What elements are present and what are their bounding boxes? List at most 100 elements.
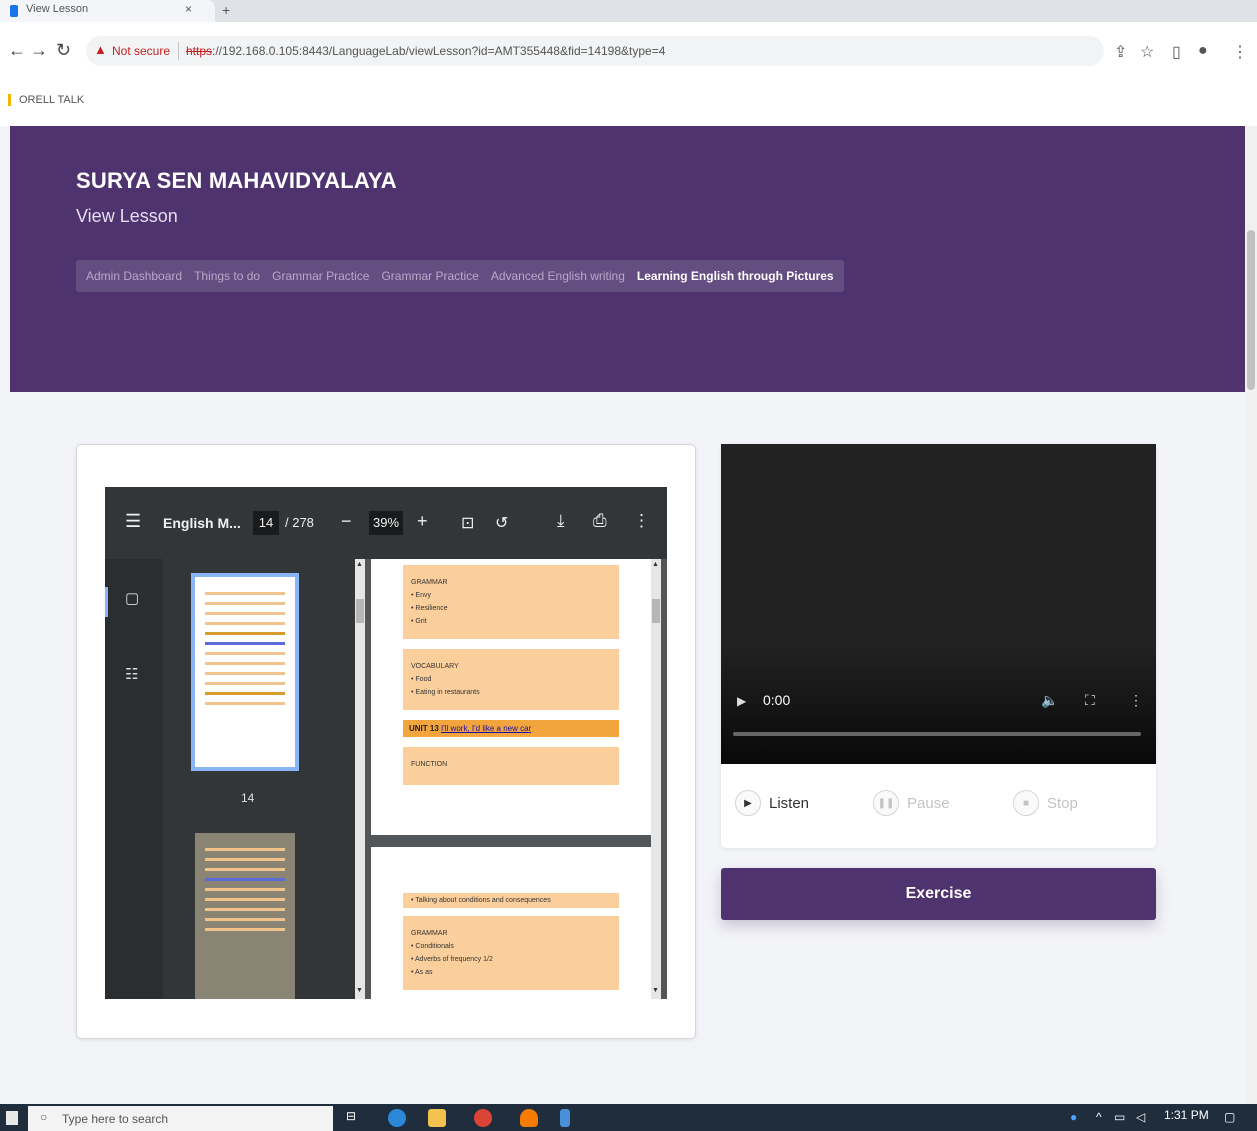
clock[interactable]: 1:31 PM	[1164, 1108, 1209, 1122]
pdf-card: ☰ English M... 14 / 278 − 39% + ⊡ ↺ ⤓ ⎙ …	[76, 444, 696, 1039]
breadcrumb-advanced-english-writing[interactable]: Advanced English writing	[491, 269, 625, 283]
media-card: ▶ 0:00 🔈 ⛶ ⋮ ▶ Listen ❚❚ Pause ■ Stop	[721, 444, 1156, 848]
pause-label: Pause	[907, 794, 950, 812]
menu-kebab-icon[interactable]: ⋮	[1232, 42, 1248, 62]
tray-app-icon[interactable]: ●	[1070, 1110, 1077, 1124]
chrome-icon[interactable]	[474, 1109, 492, 1127]
listen-button[interactable]: ▶ Listen	[735, 790, 809, 816]
page-content: SURYA SEN MAHAVIDYALAYA View Lesson Admi…	[10, 126, 1247, 1104]
back-arrow-icon[interactable]: ←	[8, 40, 26, 61]
page-scroll-thumb[interactable]	[1247, 230, 1255, 390]
video-progress-bar[interactable]	[733, 732, 1141, 736]
pdf-viewer[interactable]: ☰ English M... 14 / 278 − 39% + ⊡ ↺ ⤓ ⎙ …	[105, 487, 667, 999]
rail-active-indicator	[105, 587, 108, 617]
document-page-14: GRAMMAR • Envy • Resilience • Grit VOCAB…	[371, 559, 651, 835]
thumbnail-rail: ▢ ☷ 14	[105, 559, 355, 999]
taskbar-search[interactable]: ○ Type here to search	[28, 1106, 333, 1131]
video-more-icon[interactable]: ⋮	[1129, 692, 1143, 709]
zoom-input[interactable]: 39%	[369, 511, 403, 535]
page-thumbnail-15[interactable]	[195, 833, 295, 999]
browser-toolbar: ← → ↻ ▲ Not secure https://192.168.0.105…	[0, 22, 1257, 82]
pause-button[interactable]: ❚❚ Pause	[873, 790, 950, 816]
video-play-icon[interactable]: ▶	[737, 694, 746, 708]
volume-icon[interactable]: 🔈	[1041, 692, 1058, 709]
not-secure-label[interactable]: Not secure	[112, 44, 170, 58]
rotate-icon[interactable]: ↺	[495, 513, 508, 533]
thumbnails-icon[interactable]: ▢	[125, 589, 139, 607]
profile-avatar-icon[interactable]: ●	[1198, 42, 1208, 60]
forward-arrow-icon[interactable]: →	[30, 40, 48, 61]
rail-icons: ▢ ☷	[105, 559, 163, 999]
browser-tab[interactable]: View Lesson ×	[0, 0, 215, 22]
fit-page-icon[interactable]: ⊡	[461, 513, 474, 533]
grammar-block-2: GRAMMAR • Conditionals • Adverbs of freq…	[403, 916, 619, 990]
page-number-input[interactable]: 14	[253, 511, 279, 535]
audio-controls: ▶ Listen ❚❚ Pause ■ Stop	[721, 764, 1156, 848]
reload-icon[interactable]: ↻	[56, 40, 71, 61]
video-player[interactable]: ▶ 0:00 🔈 ⛶ ⋮	[721, 444, 1156, 764]
volume-tray-icon[interactable]: ◁	[1136, 1110, 1145, 1124]
zoom-out-icon[interactable]: −	[341, 511, 352, 532]
print-icon[interactable]: ⎙	[593, 511, 607, 531]
left-scrollbar[interactable]: ▲ ▼	[355, 559, 365, 999]
page-scrollbar[interactable]	[1245, 126, 1257, 1104]
pdf-toolbar: ☰ English M... 14 / 278 − 39% + ⊡ ↺ ⤓ ⎙ …	[105, 487, 667, 559]
bookmark-orell-talk[interactable]: ORELL TALK	[8, 94, 84, 106]
taskbar: ○ Type here to search ⊟ ● ^ ▭ ◁ 1:31 PM …	[0, 1104, 1257, 1131]
app-2-icon[interactable]	[560, 1109, 570, 1127]
page-title: View Lesson	[76, 206, 178, 226]
share-icon[interactable]: ⇪	[1114, 42, 1127, 62]
taskbar-search-placeholder: Type here to search	[62, 1112, 169, 1126]
file-explorer-icon[interactable]	[428, 1109, 446, 1127]
download-icon[interactable]: ⤓	[557, 511, 565, 531]
header-banner: SURYA SEN MAHAVIDYALAYA View Lesson Admi…	[10, 126, 1247, 392]
sidepanel-icon[interactable]: ▯	[1172, 42, 1181, 62]
grammar-block: GRAMMAR • Envy • Resilience • Grit	[403, 565, 619, 639]
video-time: 0:00	[763, 692, 791, 708]
fullscreen-icon[interactable]: ⛶	[1085, 692, 1095, 709]
pause-icon: ❚❚	[873, 790, 899, 816]
institute-name: SURYA SEN MAHAVIDYALAYA	[76, 168, 397, 193]
document-pane[interactable]: ▲ ▼ GRAMMAR • Envy • Resilience • Grit V…	[355, 559, 667, 999]
task-view-icon[interactable]: ⊟	[346, 1109, 364, 1127]
breadcrumb-grammar-practice-2[interactable]: Grammar Practice	[381, 269, 478, 283]
search-icon: ○	[40, 1110, 48, 1124]
stop-label: Stop	[1047, 794, 1078, 812]
app-icon[interactable]	[520, 1109, 538, 1127]
notification-icon[interactable]: ▢	[1224, 1110, 1235, 1124]
sidebar-toggle-icon[interactable]: ☰	[125, 511, 141, 532]
breadcrumb-admin-dashboard[interactable]: Admin Dashboard	[86, 269, 182, 283]
stop-button[interactable]: ■ Stop	[1013, 790, 1078, 816]
breadcrumb-current: Learning English through Pictures	[636, 269, 834, 283]
listen-label: Listen	[769, 794, 810, 812]
tray-chevron-icon[interactable]: ^	[1096, 1110, 1102, 1124]
more-options-icon[interactable]: ⋮	[633, 511, 650, 531]
document-page-15: • Talking about conditions and consequen…	[371, 847, 651, 999]
divider	[178, 42, 179, 60]
page-thumbnail-14[interactable]	[191, 573, 299, 771]
breadcrumb-things-to-do[interactable]: Things to do	[194, 269, 260, 283]
tab-title: View Lesson	[26, 3, 89, 15]
bookmark-star-icon[interactable]: ☆	[1140, 42, 1154, 62]
edge-icon[interactable]	[388, 1109, 406, 1127]
browser-tab-strip: View Lesson × +	[0, 0, 1257, 22]
stop-icon: ■	[1013, 790, 1039, 816]
function-block: FUNCTION	[403, 747, 619, 785]
network-icon[interactable]: ▭	[1114, 1110, 1125, 1124]
tab-close-icon[interactable]: ×	[185, 2, 192, 16]
warning-icon: ▲	[94, 42, 107, 57]
page-total: / 278	[285, 515, 314, 530]
unit-13-link[interactable]: I'll work, I'd like a new car	[441, 724, 531, 733]
thumbnail-page-label: 14	[241, 791, 255, 805]
windows-start-icon[interactable]	[6, 1111, 18, 1125]
breadcrumb-grammar-practice[interactable]: Grammar Practice	[272, 269, 369, 283]
address-bar[interactable]: ▲ Not secure https://192.168.0.105:8443/…	[86, 36, 1104, 66]
conditions-block: • Talking about conditions and consequen…	[403, 893, 619, 908]
url-text[interactable]: https://192.168.0.105:8443/LanguageLab/v…	[186, 44, 665, 58]
right-scrollbar[interactable]: ▲ ▼	[651, 559, 661, 999]
vocabulary-block: VOCABULARY • Food • Eating in restaurant…	[403, 649, 619, 710]
zoom-in-icon[interactable]: +	[417, 511, 428, 532]
outline-icon[interactable]: ☷	[125, 665, 138, 683]
new-tab-icon[interactable]: +	[222, 2, 230, 18]
exercise-button[interactable]: Exercise	[721, 868, 1156, 920]
